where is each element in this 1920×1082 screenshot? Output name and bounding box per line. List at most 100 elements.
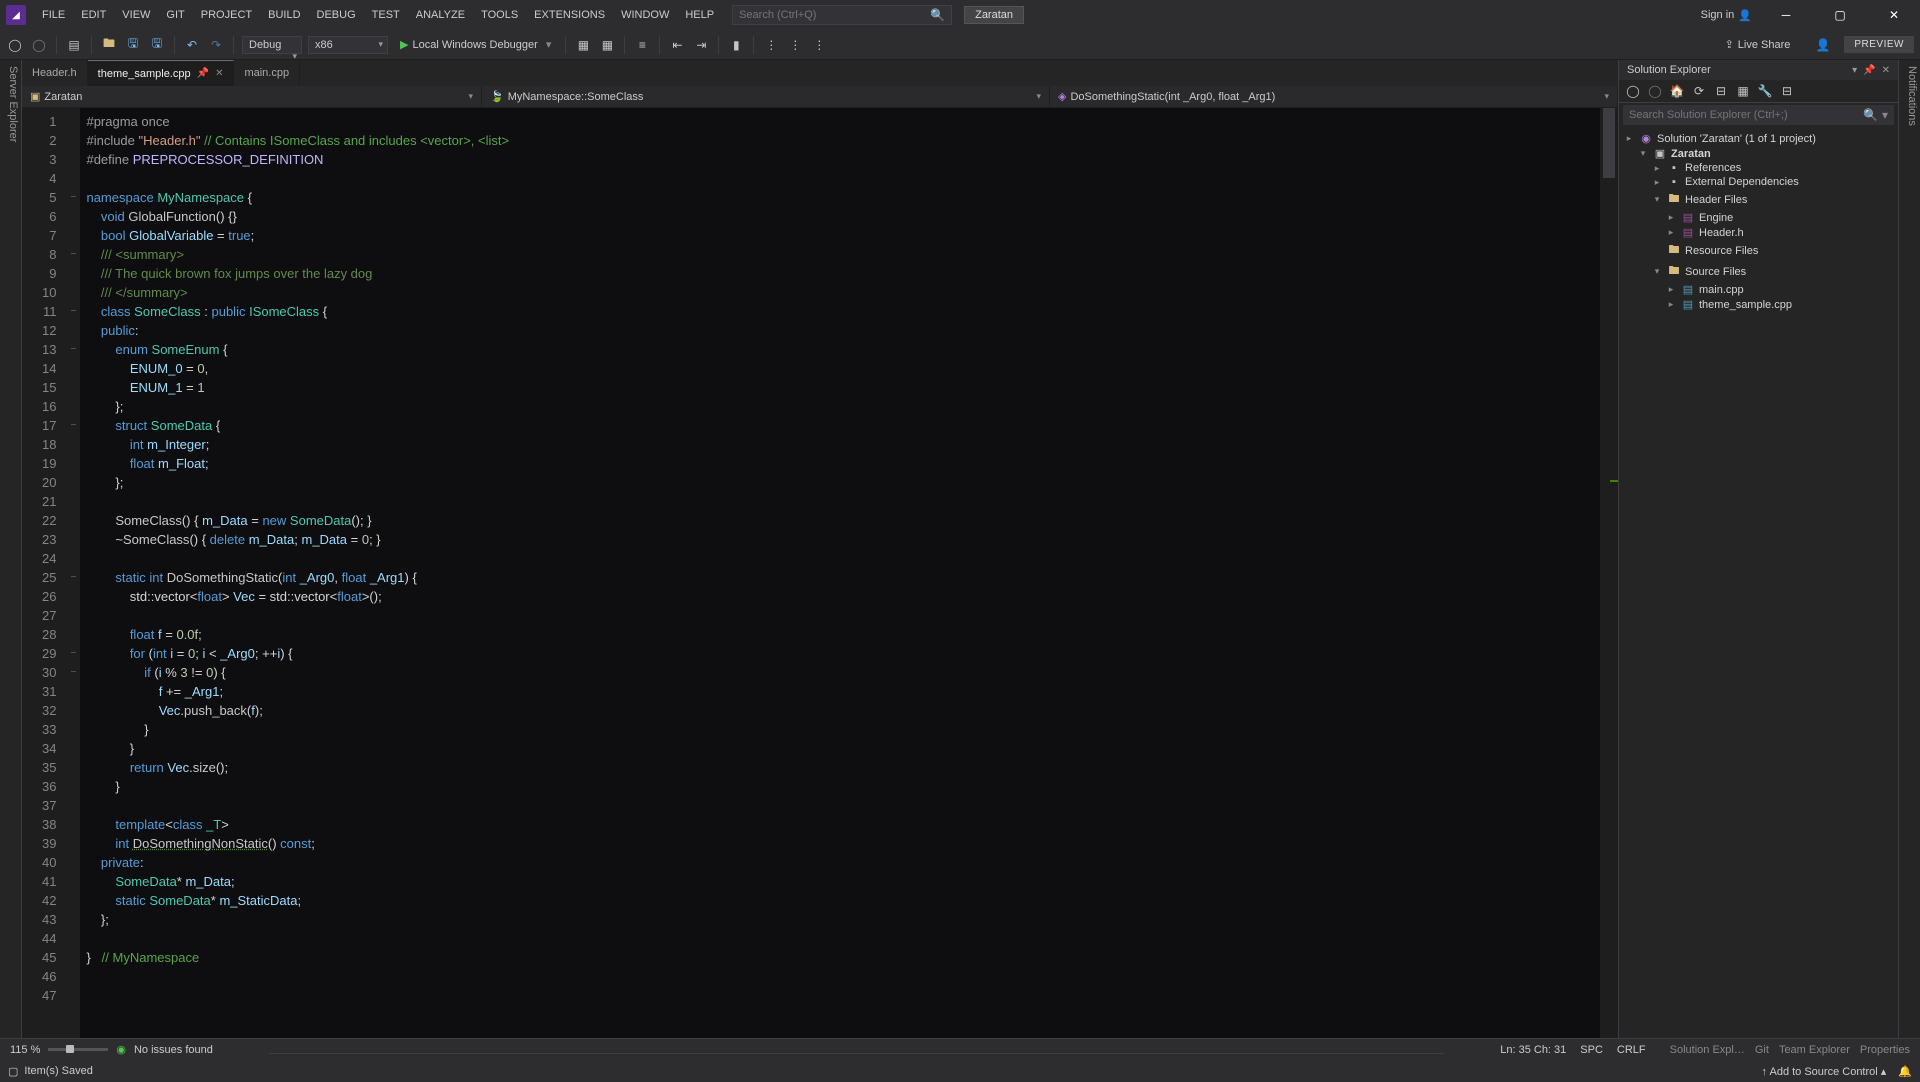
tree-node[interactable]: ▾🖿Header Files	[1623, 189, 1894, 210]
preview-badge[interactable]: PREVIEW	[1844, 36, 1914, 53]
code-line[interactable]: static SomeData* m_StaticData;	[86, 891, 1600, 910]
open-icon[interactable]: 🖿	[100, 36, 118, 54]
solx-sync-icon[interactable]: ⟳	[1691, 84, 1707, 98]
pin-icon[interactable]: 📌	[197, 68, 209, 79]
pin-icon[interactable]: 📌	[1863, 65, 1875, 76]
expand-icon[interactable]: ▾	[1637, 148, 1649, 159]
code-line[interactable]: return Vec.size();	[86, 758, 1600, 777]
expand-icon[interactable]: ▸	[1651, 177, 1663, 188]
config-select[interactable]: Debug	[242, 36, 302, 54]
code-line[interactable]	[86, 169, 1600, 188]
solx-fwd-icon[interactable]: ◯	[1647, 84, 1663, 98]
fold-toggle[interactable]: −	[66, 188, 80, 207]
panel-tab[interactable]: Properties	[1860, 1044, 1910, 1056]
code-line[interactable]: std::vector<float> Vec = std::vector<flo…	[86, 587, 1600, 606]
code-line[interactable]: } // MyNamespace	[86, 948, 1600, 967]
expand-icon[interactable]: ▸	[1665, 284, 1677, 295]
menu-window[interactable]: WINDOW	[613, 5, 677, 25]
tree-node[interactable]: ▸▤Engine	[1623, 210, 1894, 225]
code-line[interactable]: };	[86, 910, 1600, 929]
menu-test[interactable]: TEST	[364, 5, 408, 25]
tb-icon-7[interactable]: ⋮	[762, 36, 780, 54]
code-line[interactable]: }	[86, 777, 1600, 796]
tree-node[interactable]: ▸▤theme_sample.cpp	[1623, 297, 1894, 312]
code-line[interactable]: SomeData* m_Data;	[86, 872, 1600, 891]
code-line[interactable]: struct SomeData {	[86, 416, 1600, 435]
code-line[interactable]	[86, 796, 1600, 815]
tb-icon-4[interactable]: ⇤	[668, 36, 686, 54]
code-line[interactable]: bool GlobalVariable = true;	[86, 226, 1600, 245]
code-line[interactable]: class SomeClass : public ISomeClass {	[86, 302, 1600, 321]
menu-build[interactable]: BUILD	[260, 5, 308, 25]
close-button[interactable]: ✕	[1874, 3, 1914, 27]
code-line[interactable]: float f = 0.0f;	[86, 625, 1600, 644]
maximize-button[interactable]: ▢	[1820, 3, 1860, 27]
expand-icon[interactable]: ▾	[1651, 266, 1663, 277]
code-line[interactable]: };	[86, 473, 1600, 492]
vertical-scrollbar[interactable]	[1600, 108, 1618, 1038]
tb-icon-6[interactable]: ▮	[727, 36, 745, 54]
code-line[interactable]: namespace MyNamespace {	[86, 188, 1600, 207]
panel-tab[interactable]: Git	[1755, 1044, 1769, 1056]
tree-node[interactable]: ▸▪References	[1623, 161, 1894, 175]
code-line[interactable]: /// </summary>	[86, 283, 1600, 302]
code-line[interactable]: /// <summary>	[86, 245, 1600, 264]
solx-filter-icon[interactable]: ⊟	[1713, 84, 1729, 98]
tree-node[interactable]: ▸▪External Dependencies	[1623, 175, 1894, 189]
menu-project[interactable]: PROJECT	[193, 5, 260, 25]
live-share-button[interactable]: ⇪Live Share	[1725, 38, 1791, 51]
sign-in-button[interactable]: Sign in👤	[1701, 9, 1752, 22]
tab-theme_sample-cpp[interactable]: theme_sample.cpp📌✕	[88, 60, 235, 86]
notifications-icon[interactable]: 🔔	[1898, 1065, 1912, 1078]
fold-toggle[interactable]: −	[66, 340, 80, 359]
solution-search[interactable]: 🔍 ▾	[1623, 105, 1894, 125]
code-line[interactable]: }	[86, 720, 1600, 739]
expand-icon[interactable]: ▸	[1665, 299, 1677, 310]
menu-git[interactable]: GIT	[158, 5, 192, 25]
tree-node[interactable]: ▾▣Zaratan	[1623, 146, 1894, 161]
code-line[interactable]: enum SomeEnum {	[86, 340, 1600, 359]
menu-tools[interactable]: TOOLS	[473, 5, 526, 25]
expand-icon[interactable]: ▾	[1651, 194, 1663, 205]
expand-icon[interactable]: ▸	[1665, 227, 1677, 238]
solution-selector[interactable]: Zaratan	[964, 6, 1024, 24]
solx-show-icon[interactable]: ▦	[1735, 84, 1751, 98]
solx-back-icon[interactable]: ◯	[1625, 84, 1641, 98]
close-tab-icon[interactable]: ✕	[215, 68, 223, 79]
tb-icon-8[interactable]: ⋮	[786, 36, 804, 54]
redo-icon[interactable]: ↷	[207, 36, 225, 54]
fold-toggle[interactable]: −	[66, 416, 80, 435]
start-debug-button[interactable]: ▶Local Windows Debugger▾	[394, 36, 557, 53]
tab-Header-h[interactable]: Header.h	[22, 60, 88, 86]
horizontal-scrollbar[interactable]	[269, 1046, 1444, 1054]
save-all-icon[interactable]: 🖫	[148, 36, 166, 54]
side-tab-notifications[interactable]: Notifications	[1898, 60, 1920, 1038]
solx-collapse-icon[interactable]: ⊟	[1779, 84, 1795, 98]
code-line[interactable]: static int DoSomethingStatic(int _Arg0, …	[86, 568, 1600, 587]
chevron-down-icon[interactable]: ▾	[1882, 108, 1888, 122]
fold-toggle[interactable]: −	[66, 302, 80, 321]
tb-icon-5[interactable]: ⇥	[692, 36, 710, 54]
zoom-level[interactable]: 115 %	[10, 1044, 40, 1056]
code-line[interactable]: f += _Arg1;	[86, 682, 1600, 701]
scroll-thumb[interactable]	[1603, 108, 1615, 178]
code-line[interactable]: float m_Float;	[86, 454, 1600, 473]
menu-file[interactable]: FILE	[34, 5, 73, 25]
menu-analyze[interactable]: ANALYZE	[408, 5, 473, 25]
tree-node[interactable]: ▾🖿Source Files	[1623, 261, 1894, 282]
tb-icon-2[interactable]: ▦	[598, 36, 616, 54]
code-line[interactable]: #define PREPROCESSOR_DEFINITION	[86, 150, 1600, 169]
tree-node[interactable]: 🖿Resource Files	[1623, 240, 1894, 261]
code-line[interactable]: #pragma once	[86, 112, 1600, 131]
panel-tab[interactable]: Solution Expl…	[1670, 1044, 1745, 1056]
eol-mode[interactable]: CRLF	[1617, 1044, 1646, 1056]
fold-toggle[interactable]: −	[66, 568, 80, 587]
platform-select[interactable]: x86	[308, 36, 388, 54]
menu-help[interactable]: HELP	[677, 5, 722, 25]
nav-member[interactable]: ◈DoSomethingStatic(int _Arg0, float _Arg…	[1050, 86, 1618, 107]
expand-icon[interactable]: ▸	[1651, 163, 1663, 174]
code-line[interactable]	[86, 967, 1600, 986]
source-control-button[interactable]: ↑ Add to Source Control ▴	[1762, 1065, 1887, 1078]
forward-icon[interactable]: ◯	[30, 36, 48, 54]
back-icon[interactable]: ◯	[6, 36, 24, 54]
